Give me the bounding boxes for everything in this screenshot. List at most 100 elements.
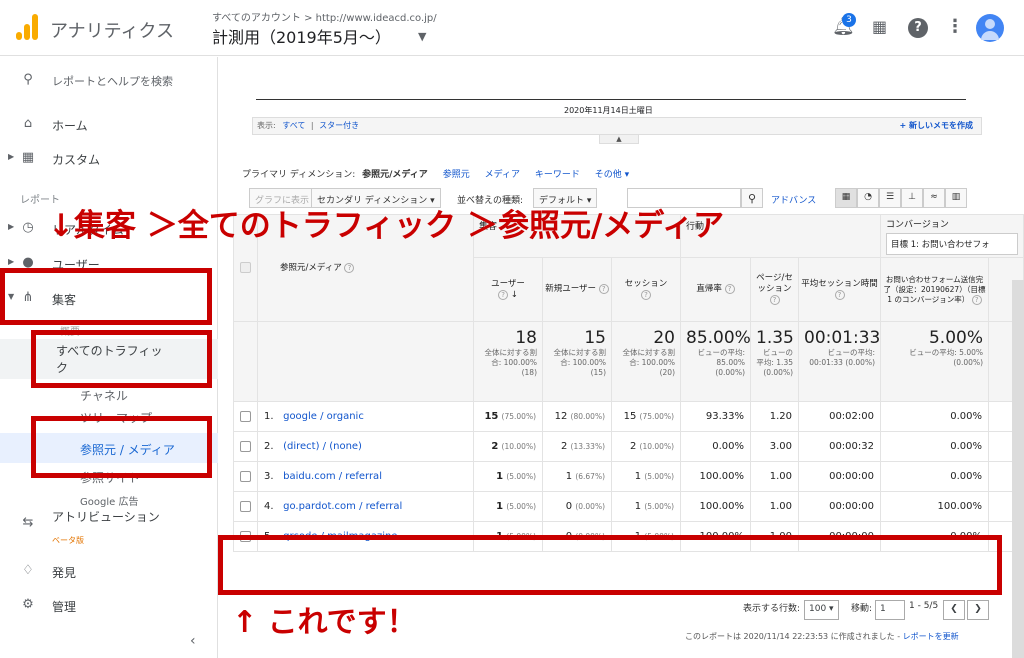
- sidebar-item-overview[interactable]: 概要: [60, 323, 80, 338]
- bounce-rate-header[interactable]: 直帰率 ?: [680, 257, 751, 322]
- row-source-link[interactable]: google / organic: [283, 411, 364, 422]
- row-source-link[interactable]: go.pardot.com / referral: [283, 501, 402, 512]
- help-icon[interactable]: ?: [498, 289, 509, 300]
- total-value: 15: [584, 328, 606, 348]
- sidebar-item-source-medium[interactable]: 参照元 / メディア: [80, 441, 175, 458]
- goto-input[interactable]: 1: [875, 600, 905, 620]
- sidebar-item-label: アトリビューション: [52, 510, 160, 524]
- goal-select[interactable]: 目標 1: お問い合わせフォ: [886, 233, 1018, 255]
- help-icon[interactable]: ?: [641, 289, 651, 300]
- sidebar-item-audience[interactable]: ▶ ● ユーザー: [0, 248, 218, 278]
- select-all-checkbox[interactable]: [240, 262, 251, 273]
- sessions-header[interactable]: セッション?: [611, 257, 681, 322]
- performance-view-icon[interactable]: ☰: [879, 188, 901, 208]
- chevron-up-icon[interactable]: ▲: [599, 135, 639, 144]
- cell-percent: (75.00%): [639, 412, 674, 421]
- row-checkbox[interactable]: [240, 410, 251, 422]
- row-sessions: 1 (5.00%): [611, 491, 681, 522]
- expand-arrow-icon: ▶: [8, 152, 15, 161]
- row-checkbox[interactable]: [240, 440, 251, 452]
- row-goal-conversion: 0.00%: [880, 461, 989, 492]
- notes-all-link[interactable]: すべて: [282, 121, 305, 130]
- notification-badge: 3: [842, 13, 856, 27]
- advanced-filter-link[interactable]: アドバンス: [771, 193, 816, 206]
- row-users: 1 (5.00%): [473, 521, 543, 552]
- sidebar-item-treemap[interactable]: ツリーマップ: [80, 409, 152, 426]
- rows-per-page-select[interactable]: 100 ▾: [804, 600, 839, 620]
- chevron-down-icon[interactable]: ▼: [418, 30, 426, 43]
- sidebar-item-acquisition[interactable]: ▼ ⋔ 集客: [0, 283, 218, 313]
- dimension-option-medium[interactable]: メディア: [485, 170, 520, 180]
- row-source-link[interactable]: qrcode / mailmagazine: [283, 531, 397, 542]
- row-new-users: 2 (13.33%): [542, 431, 612, 462]
- help-icon[interactable]: ?: [769, 295, 780, 305]
- account-breadcrumb[interactable]: すべてのアカウント > http://www.ideacd.co.jp/: [212, 9, 437, 24]
- chart-axis-line: [256, 99, 966, 100]
- help-icon[interactable]: ?: [724, 284, 735, 294]
- help-icon[interactable]: ?: [908, 18, 928, 38]
- search-icon[interactable]: ⚲: [741, 188, 763, 208]
- refresh-report-link[interactable]: レポートを更新: [903, 632, 959, 641]
- cell-value: 0: [565, 531, 573, 542]
- row-source-link[interactable]: baidu.com / referral: [283, 471, 382, 482]
- table-view-icon[interactable]: ▦: [835, 188, 857, 208]
- cell-value: 1: [565, 471, 573, 482]
- analytics-logo-icon[interactable]: [16, 14, 38, 40]
- sidebar-item-custom[interactable]: ▶ ▦ カスタム: [0, 143, 218, 173]
- term-cloud-icon[interactable]: ≈: [923, 188, 945, 208]
- sidebar-item-home[interactable]: ⌂ ホーム: [0, 109, 218, 139]
- pages-per-session-header[interactable]: ページ/セッション ?: [750, 257, 799, 322]
- cell-value: 15: [623, 411, 637, 422]
- help-icon[interactable]: ?: [598, 284, 609, 294]
- dimension-option-other[interactable]: その他 ▾: [595, 170, 629, 180]
- help-icon[interactable]: ?: [834, 289, 845, 300]
- row-source-link[interactable]: (direct) / (none): [283, 441, 362, 452]
- new-users-header[interactable]: 新規ユーザー ?: [542, 257, 612, 322]
- next-page-button[interactable]: ❯: [967, 600, 989, 620]
- sidebar-item-admin[interactable]: ⚙ 管理: [0, 590, 218, 620]
- help-icon[interactable]: ?: [344, 262, 355, 273]
- sidebar-search[interactable]: ⚲ レポートとヘルプを検索: [0, 65, 218, 95]
- chart-date-label: 2020年11月14日土曜日: [564, 106, 653, 115]
- row-dimension-cell: 3. baidu.com / referral: [257, 461, 474, 492]
- dimension-option-keyword[interactable]: キーワード: [535, 170, 580, 180]
- sidebar-item-all-traffic[interactable]: すべてのトラフィック: [56, 343, 166, 377]
- table-row[interactable]: 2. (direct) / (none) 2 (10.00%) 2 (13.33%)…: [233, 431, 1024, 462]
- avg-duration-header[interactable]: 平均セッション時間 ?: [798, 257, 881, 322]
- new-note-link[interactable]: + 新しいメモを作成: [900, 120, 974, 131]
- view-selector[interactable]: 計測用（2019年5月〜）: [212, 24, 391, 48]
- pie-view-icon[interactable]: ◔: [857, 188, 879, 208]
- row-checkbox[interactable]: [240, 470, 251, 482]
- row-avg-duration: 00:00:00: [798, 461, 881, 492]
- avatar[interactable]: [976, 14, 1004, 42]
- comparison-view-icon[interactable]: ⊥: [901, 188, 923, 208]
- sidebar-item-discover[interactable]: ♢ 発見: [0, 556, 218, 586]
- row-avg-duration: 00:00:00: [798, 491, 881, 522]
- collapse-sidebar-icon[interactable]: ‹: [190, 633, 196, 649]
- table-row[interactable]: 5. qrcode / mailmagazine 1 (5.00%) 0 (0.00…: [233, 521, 1024, 552]
- more-vert-icon[interactable]: ⋮: [946, 17, 964, 37]
- goal-conversion-header[interactable]: お問い合わせフォーム送信完了（設定：20190627）（目標 1 のコンバージョ…: [880, 257, 989, 322]
- row-select-cell: [233, 431, 258, 462]
- cell-percent: (5.00%): [506, 532, 536, 541]
- search-label: レポートとヘルプを検索: [52, 75, 173, 88]
- table-row[interactable]: 1. google / organic 15 (75.00%) 12 (80.00%…: [233, 401, 1024, 432]
- sidebar-item-attribution[interactable]: ⇆ アトリビューション: [0, 501, 218, 545]
- cell-percent: (10.00%): [639, 442, 674, 451]
- table-row[interactable]: 3. baidu.com / referral 1 (5.00%) 1 (6.67%…: [233, 461, 1024, 492]
- page-scrollbar[interactable]: [1012, 280, 1024, 658]
- help-icon[interactable]: ?: [971, 294, 982, 305]
- pivot-view-icon[interactable]: ▥: [945, 188, 967, 208]
- pages-per-session-header-label: ページ/セッション: [756, 273, 793, 294]
- sidebar-item-referrals[interactable]: 参照サイト: [80, 469, 140, 486]
- sidebar-item-channels[interactable]: チャネル: [80, 387, 128, 404]
- row-checkbox[interactable]: [240, 530, 251, 542]
- total-value: 1.35: [756, 328, 794, 348]
- dimension-option-source[interactable]: 参照元: [443, 170, 470, 180]
- users-header[interactable]: ユーザー? ↓: [473, 257, 543, 322]
- row-checkbox[interactable]: [240, 500, 251, 512]
- table-row[interactable]: 4. go.pardot.com / referral 1 (5.00%) 0 (0…: [233, 491, 1024, 522]
- notes-starred-link[interactable]: スター付き: [319, 121, 359, 130]
- prev-page-button[interactable]: ❮: [943, 600, 965, 620]
- apps-grid-icon[interactable]: ▦: [872, 17, 887, 37]
